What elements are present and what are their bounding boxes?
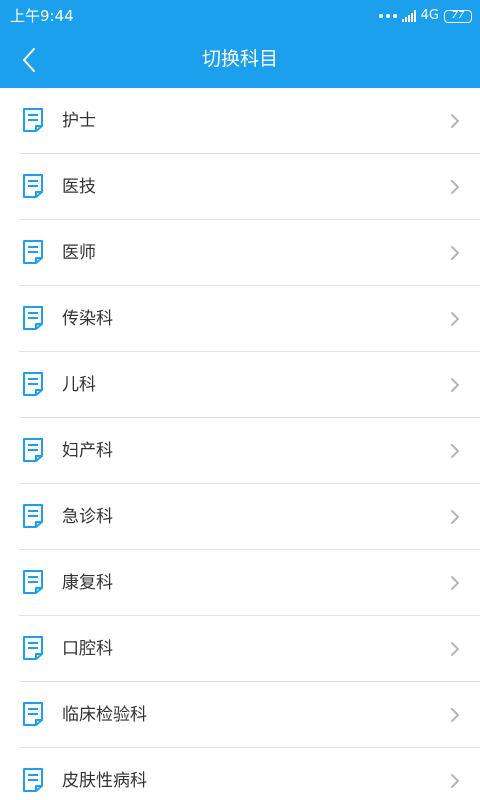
list-item-label: 皮肤性病科 — [62, 771, 147, 791]
document-icon — [23, 438, 43, 462]
document-icon — [23, 702, 43, 726]
document-icon — [23, 372, 43, 396]
document-icon — [23, 174, 43, 198]
list-item-label: 医师 — [62, 243, 96, 263]
list-item-label: 儿科 — [62, 375, 96, 395]
battery-icon: 77 — [444, 9, 472, 23]
list-item[interactable]: 康复科 — [0, 550, 480, 616]
chevron-right-icon — [451, 246, 459, 260]
chevron-right-icon — [451, 180, 459, 194]
status-time: 上午9:44 — [10, 7, 74, 25]
document-icon — [23, 306, 43, 330]
document-icon — [23, 504, 43, 528]
chevron-right-icon — [451, 642, 459, 656]
list-item-label: 妇产科 — [62, 441, 113, 461]
list-item-label: 传染科 — [62, 309, 113, 329]
status-bar: 上午9:44 4G 77 — [0, 0, 480, 32]
chevron-right-icon — [451, 774, 459, 788]
document-icon — [23, 768, 43, 792]
list-item[interactable]: 传染科 — [0, 286, 480, 352]
subject-list: 护士 医技 医师 传染科 儿科 妇产科 急诊科 康复科 口腔科 临床检验科 皮肤… — [0, 88, 480, 800]
chevron-right-icon — [451, 510, 459, 524]
chevron-right-icon — [451, 444, 459, 458]
chevron-right-icon — [451, 576, 459, 590]
more-dots-icon — [378, 14, 397, 18]
document-icon — [23, 240, 43, 264]
list-item[interactable]: 急诊科 — [0, 484, 480, 550]
list-item[interactable]: 临床检验科 — [0, 682, 480, 748]
list-item[interactable]: 儿科 — [0, 352, 480, 418]
list-item[interactable]: 医技 — [0, 154, 480, 220]
app-bar: 上午9:44 4G 77 切换科目 — [0, 0, 480, 88]
list-item[interactable]: 护士 — [0, 88, 480, 154]
list-item-label: 临床检验科 — [62, 705, 147, 725]
chevron-right-icon — [451, 312, 459, 326]
status-indicators: 4G 77 — [378, 6, 472, 26]
list-item[interactable]: 皮肤性病科 — [0, 748, 480, 800]
battery-level: 77 — [451, 9, 465, 21]
chevron-right-icon — [451, 708, 459, 722]
list-item-label: 康复科 — [62, 573, 113, 593]
list-item-label: 医技 — [62, 177, 96, 197]
document-icon — [23, 108, 43, 132]
list-item-label: 口腔科 — [62, 639, 113, 659]
network-type: 4G — [420, 8, 439, 23]
list-item-label: 护士 — [62, 111, 96, 131]
signal-icon — [401, 10, 416, 22]
list-item[interactable]: 妇产科 — [0, 418, 480, 484]
list-item-label: 急诊科 — [62, 507, 113, 527]
chevron-right-icon — [451, 378, 459, 392]
document-icon — [23, 570, 43, 594]
chevron-right-icon — [451, 114, 459, 128]
screen: 上午9:44 4G 77 切换科目 护士 医技 医师 传染科 儿科 妇产科 急诊… — [0, 0, 480, 800]
list-item[interactable]: 医师 — [0, 220, 480, 286]
document-icon — [23, 636, 43, 660]
page-title: 切换科目 — [201, 48, 278, 70]
list-item[interactable]: 口腔科 — [0, 616, 480, 682]
